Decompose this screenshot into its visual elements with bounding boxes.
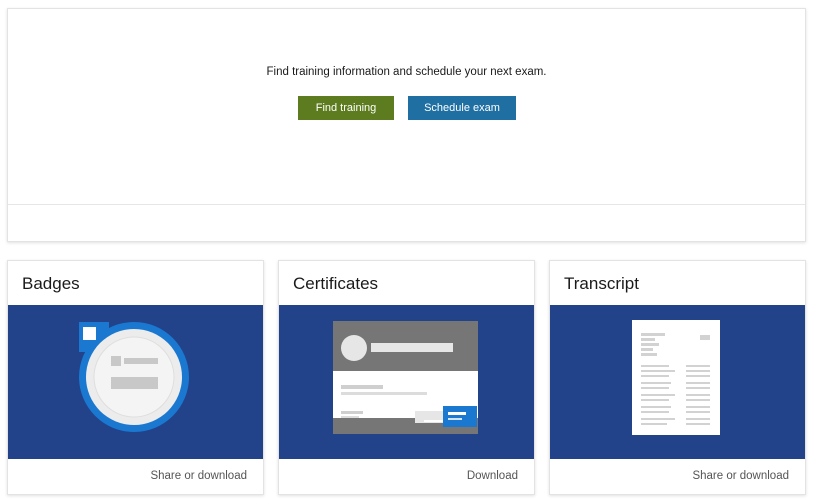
badges-illustration — [8, 305, 263, 459]
transcript-card: Transcript Share or download — [549, 260, 806, 495]
badges-card: Badges Share or download — [7, 260, 264, 495]
badges-card-title: Badges — [22, 274, 80, 293]
transcript-image — [632, 320, 720, 435]
find-training-button[interactable]: Find training — [298, 96, 394, 120]
transcript-share-download-link[interactable]: Share or download — [692, 470, 789, 482]
transcript-illustration — [550, 305, 805, 459]
schedule-exam-button[interactable]: Schedule exam — [408, 96, 516, 120]
certificate-image — [333, 321, 478, 434]
hero-divider — [8, 204, 805, 205]
badge-image — [79, 322, 189, 432]
certificates-illustration — [279, 305, 534, 459]
badges-share-download-link[interactable]: Share or download — [150, 470, 247, 482]
certificates-download-link[interactable]: Download — [467, 470, 518, 482]
certificates-card: Certificates Download — [278, 260, 535, 495]
transcript-card-title: Transcript — [564, 274, 639, 293]
certificates-card-title: Certificates — [293, 274, 379, 293]
hero-message: Find training information and schedule y… — [266, 66, 547, 78]
hero-panel: Find training information and schedule y… — [7, 8, 806, 242]
